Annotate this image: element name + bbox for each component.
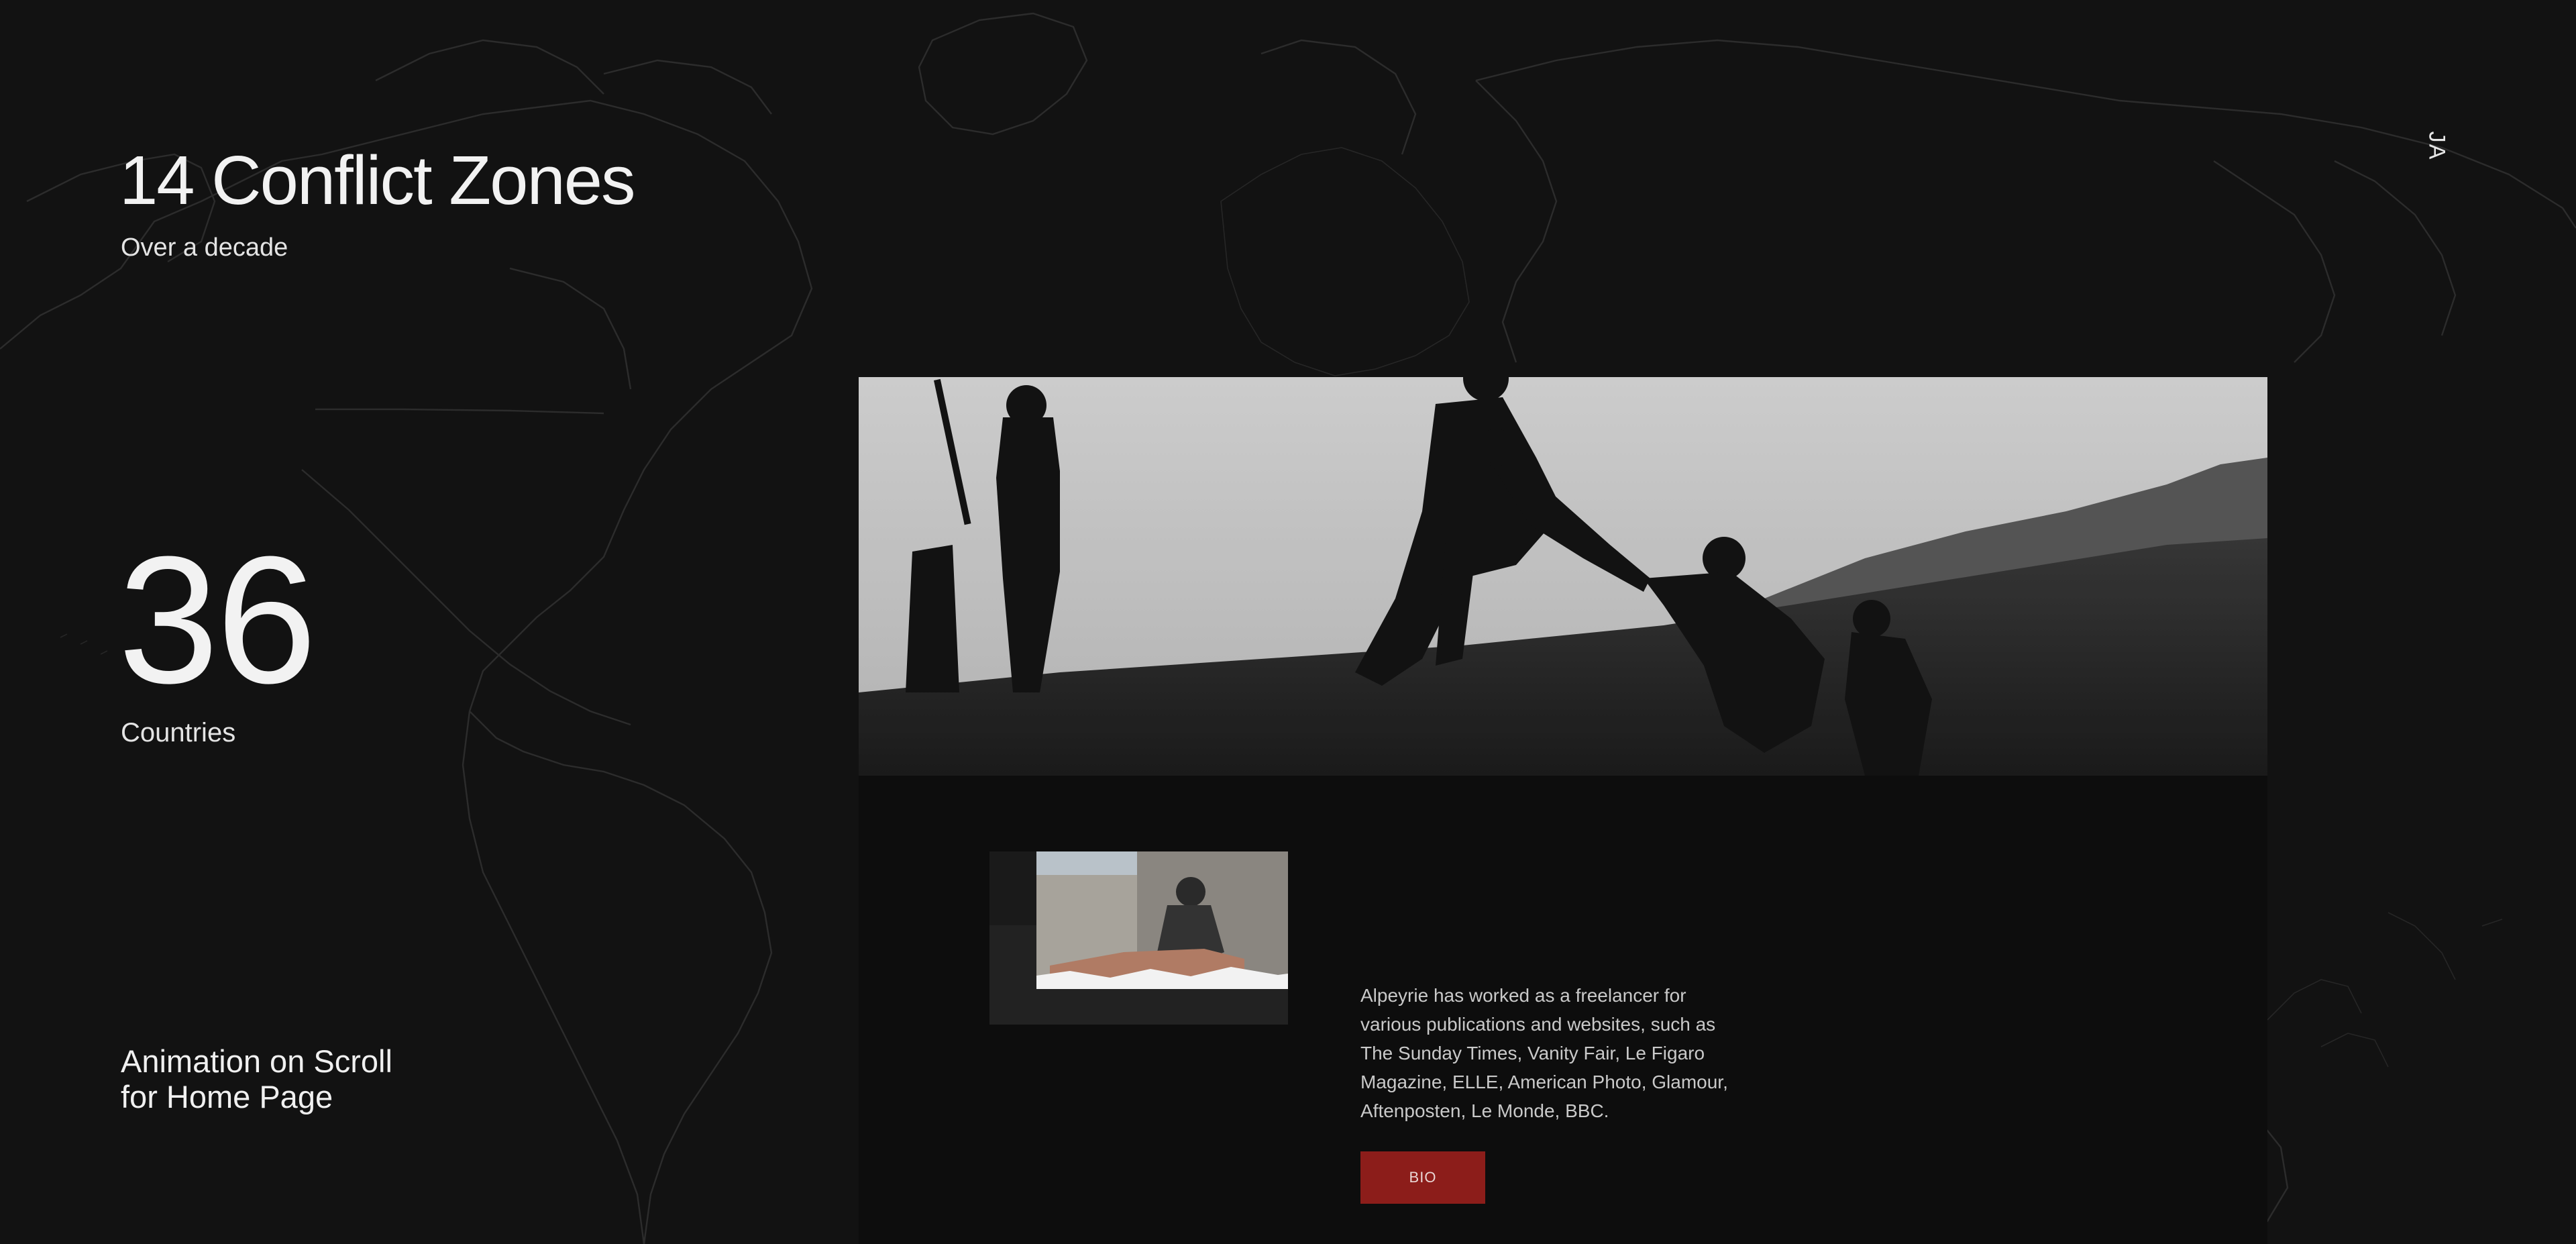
- animation-note: Animation on Scroll for Home Page: [121, 1043, 392, 1115]
- conflict-zones-subtitle: Over a decade: [121, 234, 288, 262]
- language-switch[interactable]: JA: [2423, 132, 2449, 161]
- bio-description: Alpeyrie has worked as a freelancer for …: [1360, 985, 1728, 1121]
- animation-note-line-1: Animation on Scroll: [121, 1043, 392, 1079]
- hero-photo: [859, 377, 2267, 776]
- countries-label: Countries: [121, 718, 236, 747]
- bio-button[interactable]: BIO: [1360, 1151, 1485, 1204]
- animation-note-line-2: for Home Page: [121, 1078, 333, 1115]
- bio-panel: Alpeyrie has worked as a freelancer for …: [859, 377, 2267, 1244]
- conflict-zones-heading: 14 Conflict Zones: [119, 142, 636, 219]
- torn-thumbnail-photo: [989, 851, 1288, 1025]
- thumbnail-image: [989, 851, 1288, 1025]
- countries-count: 36: [118, 519, 317, 721]
- soldiers-photo-image: [859, 377, 2267, 776]
